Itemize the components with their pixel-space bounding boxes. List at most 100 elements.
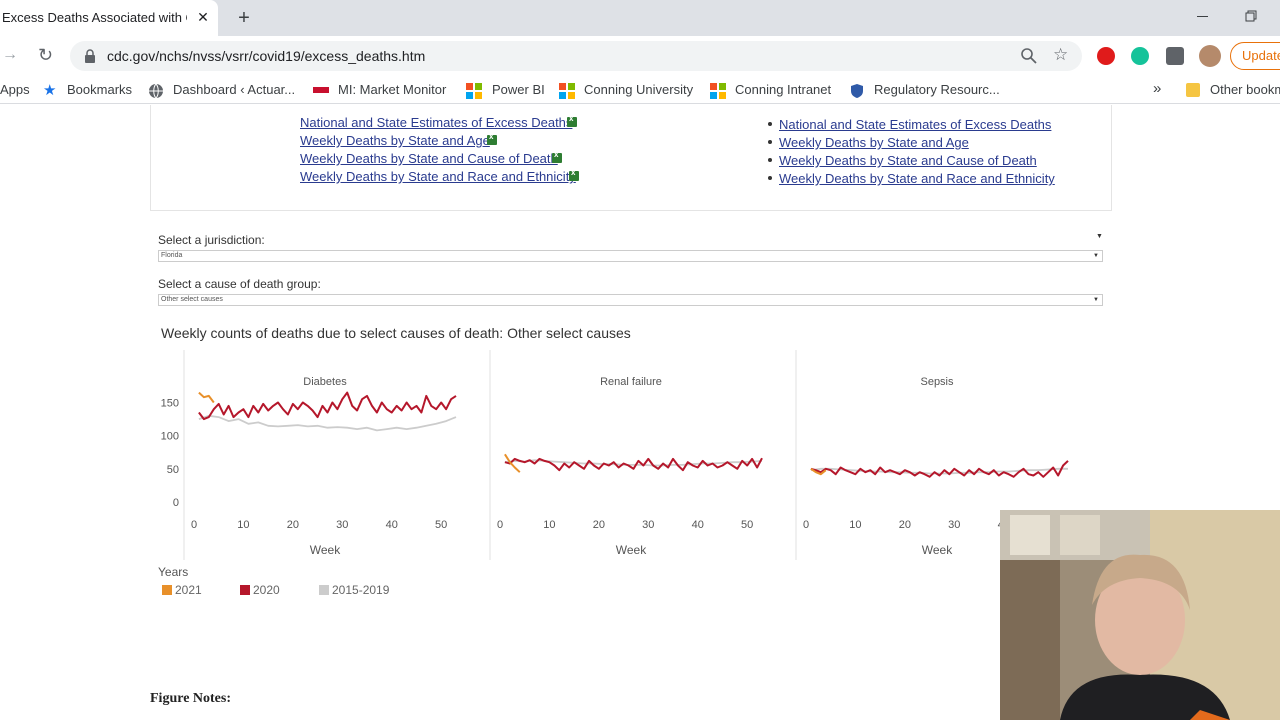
bookmark-bookmarks[interactable]: Bookmarks	[67, 82, 132, 97]
x-tick-label: 0	[803, 519, 809, 531]
close-tab-icon[interactable]: ✕	[195, 9, 211, 25]
excel-icon	[552, 150, 562, 163]
update-button[interactable]: Update	[1230, 42, 1280, 70]
profile-avatar[interactable]	[1199, 45, 1221, 67]
legend-title: Years	[158, 565, 189, 579]
x-tick-label: 30	[948, 519, 960, 531]
minimize-window-icon[interactable]	[1195, 8, 1211, 24]
download-link-cause-csv[interactable]: Weekly Deaths by State and Cause of Deat…	[779, 153, 1037, 168]
x-tick-label: 30	[336, 519, 348, 531]
y-tick-label: 50	[167, 464, 179, 476]
series-line-2020	[198, 391, 457, 421]
dropdown-caret-icon: ▼	[1096, 233, 1103, 240]
download-link-age-excel[interactable]: Weekly Deaths by State and Age	[300, 133, 490, 148]
tab-title: Excess Deaths Associated with COVID-19	[2, 10, 187, 25]
excel-icon	[567, 114, 577, 127]
x-tick-label: 10	[543, 519, 555, 531]
flag-icon	[313, 87, 329, 99]
bookmark-dashboard[interactable]: Dashboard ‹ Actuar...	[173, 82, 295, 97]
bookmark-conning-university[interactable]: Conning University	[584, 82, 693, 97]
browser-toolbar: → ↻ cdc.gov/nchs/nvss/vsrr/covid19/exces…	[0, 36, 1280, 76]
bookmark-other[interactable]: Other bookm	[1210, 82, 1280, 97]
url-text: cdc.gov/nchs/nvss/vsrr/covid19/excess_de…	[107, 48, 426, 64]
list-bullet	[768, 158, 772, 162]
facet-title: Renal failure	[600, 376, 662, 388]
facet-title: Sepsis	[920, 376, 954, 388]
lock-icon	[85, 49, 95, 63]
list-bullet	[768, 176, 772, 180]
legend-swatch	[240, 585, 250, 595]
x-tick-label: 20	[287, 519, 299, 531]
bookmark-regulatory[interactable]: Regulatory Resourc...	[874, 82, 1000, 97]
x-tick-label: 50	[435, 519, 447, 531]
extensions-puzzle-icon[interactable]	[1166, 47, 1184, 65]
address-bar[interactable]: cdc.gov/nchs/nvss/vsrr/covid19/excess_de…	[70, 41, 1082, 71]
x-tick-label: 50	[741, 519, 753, 531]
x-tick-label: 10	[849, 519, 861, 531]
forward-arrow-icon[interactable]: →	[2, 46, 18, 64]
x-tick-label: 40	[386, 519, 398, 531]
bookmarks-bar: Apps ★ Bookmarks Dashboard ‹ Actuar... M…	[0, 76, 1280, 104]
bookmarks-overflow-icon[interactable]: »	[1153, 80, 1161, 97]
chevron-down-icon: ▼	[1093, 297, 1099, 303]
legend-item-2015-2019[interactable]: 2015-2019	[319, 583, 389, 597]
restore-window-icon[interactable]	[1243, 8, 1259, 24]
cause-group-select[interactable]: Other select causes ▼	[158, 294, 1103, 306]
bookmark-conning-intranet[interactable]: Conning Intranet	[735, 82, 831, 97]
x-axis-label: Week	[922, 543, 953, 557]
bookmark-apps[interactable]: Apps	[0, 82, 30, 97]
extension-red-icon[interactable]	[1097, 47, 1115, 65]
small-multiples-chart[interactable]: Diabetes0501001500 10 20 30 40 50WeekRenal fa…	[150, 345, 1110, 560]
cause-group-label: Select a cause of death group:	[158, 277, 321, 291]
browser-tab-active[interactable]: Excess Deaths Associated with COVID-19 ✕	[0, 0, 218, 36]
download-link-race-csv[interactable]: Weekly Deaths by State and Race and Ethn…	[779, 171, 1055, 186]
list-bullet	[768, 140, 772, 144]
zoom-icon[interactable]	[1020, 47, 1038, 65]
star-icon: ★	[43, 82, 57, 99]
cause-group-value: Other select causes	[161, 296, 223, 303]
shield-icon	[851, 84, 863, 98]
jurisdiction-label: Select a jurisdiction:	[158, 233, 265, 247]
jurisdiction-select[interactable]: Florida ▼	[158, 250, 1103, 262]
reload-icon[interactable]: ↻	[38, 45, 53, 66]
legend-swatch	[319, 585, 329, 595]
tab-strip: Excess Deaths Associated with COVID-19 ✕…	[0, 0, 1280, 36]
bookmark-power-bi[interactable]: Power BI	[492, 82, 545, 97]
download-link-national-excel[interactable]: National and State Estimates of Excess D…	[300, 115, 572, 130]
microsoft-icon	[710, 83, 726, 99]
presenter-video-image	[1000, 510, 1280, 720]
new-tab-icon[interactable]: +	[233, 7, 255, 29]
x-tick-label: 20	[899, 519, 911, 531]
excel-icon	[569, 168, 579, 181]
x-tick-label: 30	[642, 519, 654, 531]
series-line-2020	[810, 460, 1069, 478]
bookmark-market-monitor[interactable]: MI: Market Monitor	[338, 82, 446, 97]
download-link-national-csv[interactable]: National and State Estimates of Excess D…	[779, 117, 1051, 132]
x-tick-label: 20	[593, 519, 605, 531]
legend-item-2021[interactable]: 2021	[162, 583, 202, 597]
download-link-age-csv[interactable]: Weekly Deaths by State and Age	[779, 135, 969, 150]
excel-icon	[487, 132, 497, 145]
microsoft-icon	[559, 83, 575, 99]
legend-swatch	[162, 585, 172, 595]
download-link-race-excel[interactable]: Weekly Deaths by State and Race and Ethn…	[300, 169, 576, 184]
download-link-cause-excel[interactable]: Weekly Deaths by State and Cause of Deat…	[300, 151, 558, 166]
facet-title: Diabetes	[303, 376, 347, 388]
x-tick-label: 40	[692, 519, 704, 531]
series-line-2021	[198, 391, 215, 404]
list-bullet	[768, 122, 772, 126]
bookmark-star-icon[interactable]: ☆	[1053, 45, 1068, 65]
x-tick-label: 0	[191, 519, 197, 531]
y-tick-label: 150	[161, 398, 179, 410]
microsoft-icon	[466, 83, 482, 99]
jurisdiction-value: Florida	[161, 252, 183, 259]
globe-icon	[149, 83, 163, 99]
grammarly-icon[interactable]	[1131, 47, 1149, 65]
series-line-2015-2019	[198, 414, 457, 432]
x-axis-label: Week	[310, 543, 341, 557]
chevron-down-icon: ▼	[1093, 253, 1099, 259]
x-tick-label: 10	[237, 519, 249, 531]
legend-item-2020[interactable]: 2020	[240, 583, 280, 597]
y-tick-label: 0	[173, 497, 179, 509]
x-axis-label: Week	[616, 543, 647, 557]
